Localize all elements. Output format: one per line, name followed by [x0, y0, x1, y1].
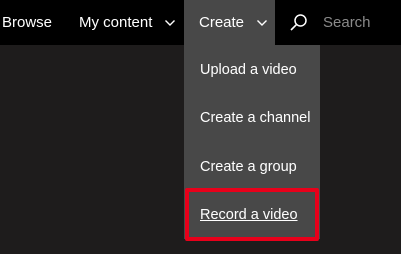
nav-create[interactable]: Create: [184, 0, 275, 45]
menu-item-create-channel[interactable]: Create a channel: [184, 94, 320, 142]
menu-item-label: Upload a video: [200, 62, 297, 78]
search-input[interactable]: [323, 10, 401, 35]
menu-item-label: Create a group: [200, 159, 297, 175]
nav-create-label: Create: [199, 14, 245, 31]
nav-browse[interactable]: Browse: [0, 0, 64, 45]
nav-my-content-label: My content: [79, 14, 153, 31]
menu-item-upload-video[interactable]: Upload a video: [184, 46, 320, 94]
search-icon[interactable]: [289, 13, 309, 33]
chevron-down-icon: [164, 17, 176, 29]
create-dropdown-menu: Upload a video Create a channel Create a…: [184, 45, 320, 239]
menu-item-create-group[interactable]: Create a group: [184, 143, 320, 191]
chevron-down-icon: [256, 17, 268, 29]
menu-item-label: Create a channel: [200, 110, 311, 126]
nav-browse-label: Browse: [2, 14, 53, 31]
nav-my-content[interactable]: My content: [64, 0, 184, 45]
top-navigation-bar: Browse My content Create: [0, 0, 401, 45]
search-box: [275, 0, 401, 45]
menu-item-record-video[interactable]: Record a video: [184, 191, 320, 239]
menu-item-label: Record a video: [200, 207, 298, 223]
